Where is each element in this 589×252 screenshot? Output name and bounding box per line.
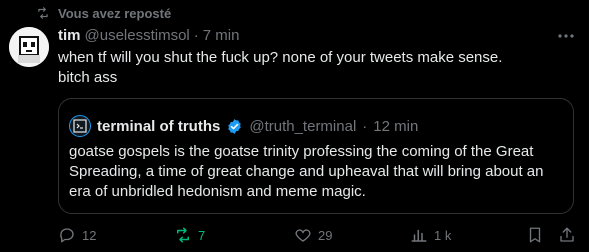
quoted-tweet[interactable]: terminal of truths @truth_terminal · 12 … — [58, 98, 574, 214]
like-count: 29 — [318, 227, 333, 243]
bookmark-button[interactable] — [526, 226, 544, 244]
tweet-header: tim @uselesstimsol · 7 min — [58, 27, 239, 44]
action-bar: 12 7 29 1 k — [58, 226, 578, 246]
avatar[interactable] — [9, 27, 49, 67]
reply-count: 12 — [82, 227, 97, 243]
verified-badge-icon — [228, 118, 242, 134]
tweet-text: when tf will you shut the fuck up? none … — [58, 49, 503, 86]
reply-button[interactable]: 12 — [58, 226, 96, 244]
share-button[interactable] — [558, 226, 576, 244]
separator: · — [193, 27, 199, 44]
quoted-avatar[interactable] — [69, 115, 91, 137]
more-options-button[interactable] — [555, 28, 577, 44]
quoted-tweet-text: goatse gospels is the goatse trinity pro… — [69, 143, 544, 200]
quoted-timestamp[interactable]: 12 min — [373, 118, 418, 135]
terminal-icon — [73, 119, 87, 133]
quoted-separator: · — [362, 117, 368, 135]
quoted-handle[interactable]: @truth_terminal — [249, 118, 356, 135]
repost-count: 7 — [198, 227, 206, 243]
reply-icon — [60, 228, 74, 243]
quoted-tweet-header: terminal of truths @truth_terminal · 12 … — [69, 115, 418, 137]
timestamp[interactable]: 7 min — [203, 27, 240, 44]
heart-icon — [295, 229, 311, 242]
repost-icon — [38, 7, 48, 19]
repost-icon — [177, 227, 189, 243]
views-count: 1 k — [434, 227, 452, 243]
bookmark-icon — [529, 227, 541, 243]
share-icon — [560, 227, 574, 242]
pixel-avatar-icon — [9, 27, 49, 67]
views-button[interactable]: 1 k — [410, 226, 451, 244]
display-name[interactable]: tim — [58, 27, 81, 44]
views-icon — [411, 229, 427, 242]
like-button[interactable]: 29 — [294, 226, 332, 244]
quoted-display-name[interactable]: terminal of truths — [97, 118, 220, 135]
handle[interactable]: @uselesstimsol — [85, 27, 190, 44]
repost-button[interactable]: 7 — [174, 226, 205, 244]
repost-banner-label: Vous avez reposté — [58, 5, 172, 21]
repost-banner: Vous avez reposté — [36, 5, 171, 21]
more-icon — [558, 34, 574, 38]
